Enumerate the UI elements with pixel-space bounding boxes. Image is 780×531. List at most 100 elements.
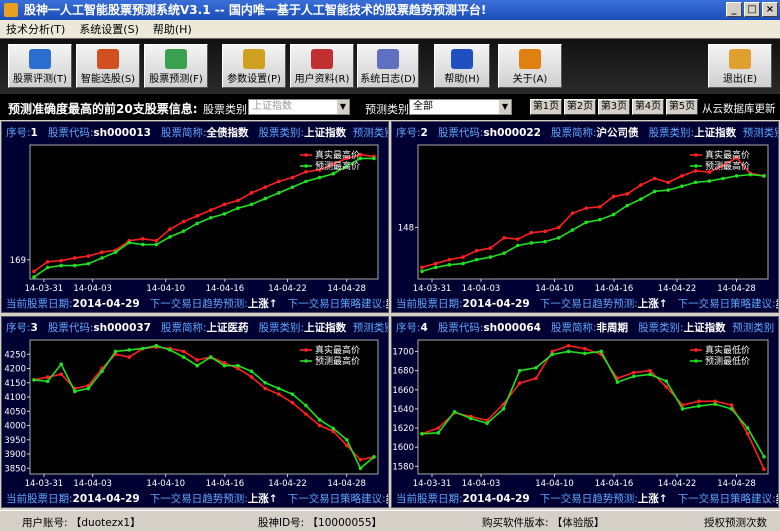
app-window: 股神一人工智能股票预测系统V3.1 -- 国内唯一基于人工智能技术的股票趋势预测… <box>0 0 780 531</box>
menu-help[interactable]: 帮助(H) <box>153 21 192 37</box>
y-tick-label: 3850 <box>4 464 26 474</box>
predict-type-select[interactable]: 全部 ▼ <box>409 99 512 115</box>
up-arrow-icon: ↑ <box>658 298 668 310</box>
stock-type-select[interactable]: 上证指数 ▼ <box>248 99 350 115</box>
data-point <box>584 220 588 225</box>
data-point <box>154 238 159 243</box>
x-tick-label: 14-04-22 <box>268 479 307 489</box>
close-button[interactable]: × <box>762 2 778 17</box>
menu-system-settings[interactable]: 系统设置(S) <box>79 21 139 37</box>
date-value: 2014-04-29 <box>462 298 530 310</box>
y-tick-label: 1660 <box>392 386 414 396</box>
data-point <box>73 263 77 268</box>
data-point <box>433 261 438 266</box>
advice-value: 卖 <box>386 493 388 505</box>
data-point <box>86 254 91 258</box>
y-tick-label: 1680 <box>392 367 414 377</box>
forecast-chart-icon <box>165 49 187 69</box>
data-point <box>631 370 636 375</box>
page-5-button[interactable]: 第5页 <box>666 99 698 115</box>
code-value: sh000064 <box>483 322 541 334</box>
panel-footer: 当前股票日期:2014-04-29 下一交易日趋势预测:上涨↑ 下一交易日策略建… <box>6 491 388 505</box>
data-point <box>693 168 698 173</box>
data-point <box>73 389 77 394</box>
data-point <box>141 346 145 351</box>
toolbar-button-4[interactable]: 参数设置(P) <box>222 44 286 88</box>
data-point <box>664 379 669 383</box>
status-bar: 用户账号: 【duotezx1】 股神ID号: 【10000055】 购买软件版… <box>0 510 780 531</box>
menu-technical-analysis[interactable]: 技术分析(T) <box>6 21 65 37</box>
data-point <box>745 426 750 430</box>
legend-label: 预测最低价 <box>705 355 750 367</box>
maximize-button[interactable]: □ <box>744 2 760 17</box>
data-point <box>32 269 36 274</box>
toolbar-button-6[interactable]: 系统日志(D) <box>357 44 419 88</box>
toolbar-button-8[interactable]: 关于(A) <box>498 44 562 88</box>
data-point <box>372 455 376 459</box>
data-point <box>652 176 657 181</box>
data-point <box>59 372 63 377</box>
data-point <box>277 392 281 396</box>
data-point <box>515 243 520 248</box>
page-1-button[interactable]: 第1页 <box>530 99 562 115</box>
predict-cat-label: 预测类别 <box>732 322 775 334</box>
seq-value: 4 <box>420 322 428 334</box>
cat-value: 上证指数 <box>304 322 347 334</box>
toolbar-button-label: 参数设置(P) <box>227 74 281 85</box>
data-point <box>570 211 575 216</box>
data-point <box>664 385 669 389</box>
data-point <box>615 380 620 384</box>
data-point <box>543 229 547 234</box>
toolbar-button-1[interactable]: 股票评测(T) <box>8 44 72 88</box>
seq-label: 序号: <box>6 322 31 334</box>
chevron-down-icon[interactable]: ▼ <box>337 100 349 114</box>
page-3-button[interactable]: 第3页 <box>598 99 630 115</box>
minimize-button[interactable]: _ <box>726 2 742 17</box>
cloud-update-button[interactable]: 从云数据库更新 <box>702 101 776 116</box>
data-point <box>745 432 750 436</box>
data-point <box>543 239 547 244</box>
y-tick-label: 4050 <box>4 407 26 417</box>
x-tick-label: 14-03-31 <box>413 479 452 489</box>
date-value: 2014-04-29 <box>462 493 530 505</box>
toolbar: 股票评测(T) 智能选股(S) 股票预测(F) 参数设置(P) 用户资料(R) 系统日志(… <box>0 38 780 94</box>
code-label: 股票代码: <box>437 127 484 139</box>
info-icon <box>519 49 541 69</box>
up-arrow-icon: ↑ <box>658 493 668 505</box>
y-tick-label: 169 <box>10 256 26 266</box>
data-point <box>181 355 186 359</box>
stock-panel-1: 序号:1 股票代码:sh000013 股票简称:全债指数 股票类别:上证指数 预… <box>1 121 389 313</box>
advice-label: 下一交易日策略建议: <box>287 493 386 505</box>
toolbar-button-label: 用户资料(R) <box>294 74 350 85</box>
app-icon <box>4 3 18 17</box>
price-line-chart: 148 14-03-31 14-04-03 14-04-10 14-04-16 14-04… <box>398 144 769 294</box>
data-point <box>127 348 131 352</box>
data-point <box>45 375 50 379</box>
page-4-button[interactable]: 第4页 <box>632 99 664 115</box>
data-point <box>436 431 441 435</box>
toolbar-button-9[interactable]: 退出(E) <box>708 44 772 88</box>
toolbar-button-3[interactable]: 股票预测(F) <box>144 44 208 88</box>
toolbar-button-2[interactable]: 智能选股(S) <box>76 44 140 88</box>
data-point <box>154 343 159 348</box>
page-2-button[interactable]: 第2页 <box>564 99 596 115</box>
data-point <box>45 259 50 264</box>
code-value: sh000022 <box>483 127 541 139</box>
toolbar-button-7[interactable]: 帮助(H) <box>434 44 490 88</box>
stock-panel-4: 序号:4 股票代码:sh000064 股票简称:非周期 股票类别:上证指数 预测… <box>391 316 779 508</box>
data-point <box>73 256 77 260</box>
advice-label: 下一交易日策略建议: <box>677 298 776 310</box>
x-tick-label: 14-04-03 <box>73 284 112 294</box>
data-point <box>598 217 602 222</box>
data-point <box>625 203 629 208</box>
seq-value: 3 <box>30 322 38 334</box>
data-point <box>263 185 268 189</box>
y-tick-label: 4150 <box>4 379 26 389</box>
predict-type-value: 全部 <box>413 101 433 112</box>
legend-label: 真实最高价 <box>315 149 360 161</box>
predict-type-label: 预测类别: <box>365 103 413 116</box>
chevron-down-icon[interactable]: ▼ <box>499 100 511 114</box>
stock-panel-3: 序号:3 股票代码:sh000037 股票简称:上证医药 股票类别:上证指数 预… <box>1 316 389 508</box>
toolbar-button-5[interactable]: 用户资料(R) <box>290 44 354 88</box>
data-point <box>331 426 336 431</box>
